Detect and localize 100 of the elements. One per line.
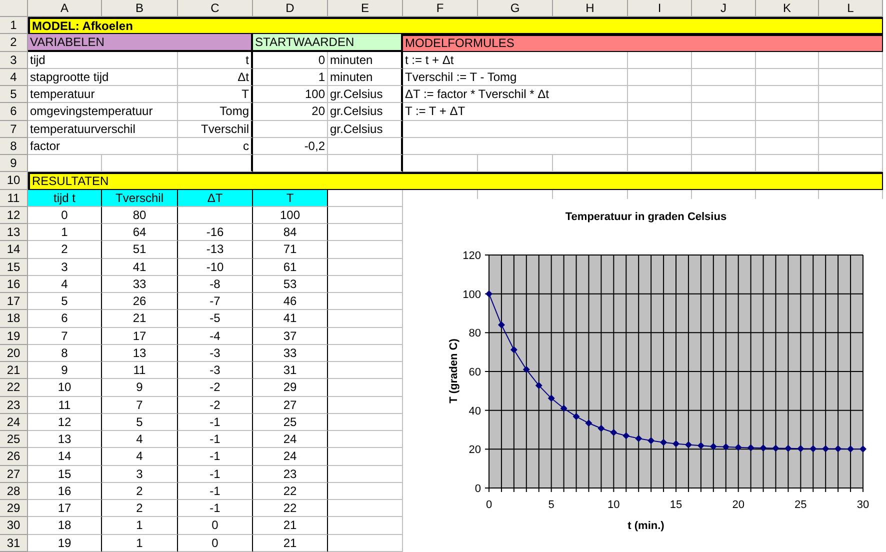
unit-cell: gr.Celsius — [328, 120, 403, 138]
column-header[interactable]: F — [403, 0, 478, 17]
data-point — [535, 382, 542, 389]
row-header[interactable]: 21 — [0, 362, 28, 380]
row-header[interactable]: 13 — [0, 224, 28, 242]
data-point — [648, 437, 655, 444]
table-cell: 0 — [28, 206, 102, 224]
row-header[interactable]: 23 — [0, 396, 28, 414]
table-cell: -3 — [178, 362, 253, 380]
row-header[interactable]: 10 — [0, 172, 28, 190]
table-cell: 11 — [28, 396, 102, 414]
table-cell: -7 — [178, 293, 253, 310]
row-header[interactable]: 20 — [0, 344, 28, 362]
column-header[interactable]: L — [819, 0, 883, 17]
row-header[interactable]: 8 — [0, 138, 28, 155]
formula-cell: ΔT := factor * Tverschil * Δt — [403, 86, 628, 104]
column-header[interactable]: E — [328, 0, 403, 17]
table-cell: 71 — [253, 241, 328, 258]
table-cell: 4 — [28, 276, 102, 293]
table-cell: -1 — [178, 414, 253, 431]
data-point — [860, 445, 866, 452]
row-header[interactable]: 17 — [0, 293, 28, 310]
table-cell: 26 — [102, 293, 178, 310]
table-cell: 2 — [102, 500, 178, 518]
empty-cell — [628, 103, 692, 120]
start-value: 1 — [253, 68, 328, 86]
data-point — [672, 440, 680, 448]
row-header[interactable]: 9 — [0, 155, 28, 172]
row-header[interactable]: 27 — [0, 466, 28, 483]
data-point — [498, 321, 505, 328]
table-cell: -16 — [178, 224, 253, 242]
row-header[interactable]: 16 — [0, 276, 28, 293]
row-header[interactable]: 2 — [0, 34, 28, 52]
row-header[interactable]: 30 — [0, 517, 28, 534]
row-header[interactable]: 11 — [0, 190, 28, 207]
table-cell: 41 — [253, 310, 328, 328]
table-cell: 51 — [102, 241, 178, 258]
row-header[interactable]: 31 — [0, 534, 28, 552]
row-header[interactable]: 3 — [0, 52, 28, 69]
row-header[interactable]: 18 — [0, 310, 28, 328]
table-cell: 64 — [102, 224, 178, 242]
row-header[interactable]: 25 — [0, 431, 28, 448]
table-cell: 12 — [28, 414, 102, 431]
column-header[interactable]: H — [553, 0, 628, 17]
table-cell: -13 — [178, 241, 253, 258]
row-header[interactable]: 1 — [0, 17, 28, 34]
data-point — [660, 438, 668, 446]
row-header[interactable]: 29 — [0, 500, 28, 518]
data-point — [486, 290, 492, 298]
table-cell: 11 — [102, 362, 178, 380]
column-header[interactable]: I — [628, 0, 692, 17]
column-header[interactable]: K — [756, 0, 819, 17]
column-header[interactable]: A — [28, 0, 102, 17]
row-header[interactable]: 5 — [0, 86, 28, 104]
row-header[interactable]: 28 — [0, 482, 28, 500]
unit-cell: minuten — [328, 52, 403, 69]
data-point — [834, 445, 842, 452]
table-cell: 21 — [253, 534, 328, 552]
empty-cell — [756, 52, 819, 69]
table-cell: 7 — [28, 328, 102, 345]
row-header[interactable]: 26 — [0, 448, 28, 466]
column-header[interactable]: C — [178, 0, 253, 17]
row-header[interactable]: 6 — [0, 103, 28, 120]
empty-cell — [628, 120, 692, 138]
row-header[interactable]: 24 — [0, 414, 28, 431]
tick-label: 120 — [462, 250, 481, 262]
column-header[interactable]: B — [102, 0, 178, 17]
table-cell: 9 — [28, 362, 102, 380]
empty-cell — [628, 138, 692, 155]
variable-name: temperatuurverschil — [28, 120, 178, 138]
row-header[interactable]: 4 — [0, 68, 28, 86]
data-point — [847, 445, 854, 452]
empty-cell — [756, 86, 819, 104]
tick-label: 25 — [794, 499, 807, 511]
data-point — [548, 394, 555, 402]
table-cell: 21 — [253, 517, 328, 534]
row-header[interactable]: 14 — [0, 241, 28, 258]
row-header[interactable]: 19 — [0, 328, 28, 345]
empty-cell — [692, 138, 756, 155]
column-header[interactable]: G — [478, 0, 553, 17]
row-header[interactable]: 15 — [0, 258, 28, 276]
title-cell: MODEL: Afkoelen — [28, 17, 883, 34]
select-all-corner[interactable] — [0, 0, 28, 17]
row-header[interactable]: 22 — [0, 379, 28, 396]
column-heading: ΔT — [178, 190, 253, 207]
column-header[interactable]: D — [253, 0, 328, 17]
table-cell: 29 — [253, 379, 328, 396]
tick-label: 15 — [670, 499, 682, 511]
axis-title: T (graden C) — [448, 338, 460, 404]
table-cell: 0 — [178, 534, 253, 552]
table-cell: 1 — [102, 517, 178, 534]
table-cell: 23 — [253, 466, 328, 483]
table-cell: 80 — [102, 206, 178, 224]
data-point — [734, 444, 742, 451]
tick-label: 10 — [608, 499, 620, 511]
row-header[interactable]: 12 — [0, 206, 28, 224]
row-header[interactable]: 7 — [0, 120, 28, 138]
column-header[interactable]: J — [692, 0, 756, 17]
table-cell: 15 — [28, 466, 102, 483]
table-cell: -2 — [178, 396, 253, 414]
